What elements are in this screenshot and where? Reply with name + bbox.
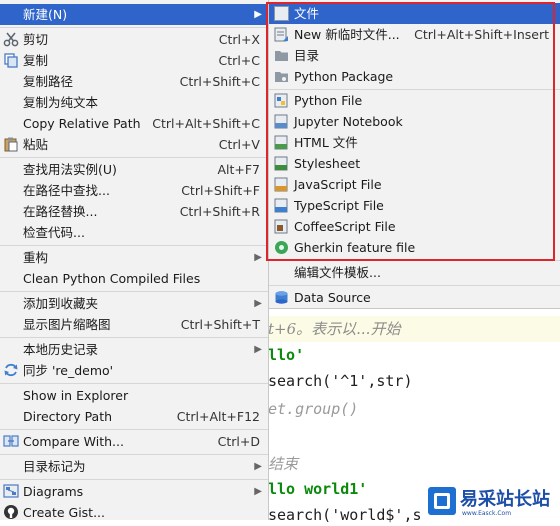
copy-icon (3, 52, 19, 68)
paste-icon (3, 136, 19, 152)
menu-item-find-usages[interactable]: 查找用法实例(U) Alt+F7 (0, 159, 268, 180)
menu-divider (0, 479, 268, 480)
submenu-item-stylesheet[interactable]: Stylesheet (269, 153, 560, 174)
coffee-file-icon (274, 219, 289, 234)
js-file-icon (274, 177, 289, 192)
file-icon (274, 6, 289, 21)
ts-file-icon (274, 198, 289, 213)
database-icon (274, 290, 289, 305)
menu-divider (0, 454, 268, 455)
menu-item-replace-in-path[interactable]: 在路径替换... Ctrl+Shift+R (0, 201, 268, 222)
watermark-title: 易采站长站 (460, 489, 550, 510)
menu-item-cut[interactable]: 剪切 Ctrl+X (0, 29, 268, 50)
menu-item-inspect-code[interactable]: 检查代码... (0, 222, 268, 243)
menu-item-copy-path[interactable]: 复制路径 Ctrl+Shift+C (0, 71, 268, 92)
code-comment-line: 结束 (268, 455, 299, 473)
submenu-arrow-icon: ▶ (254, 9, 262, 20)
submenu-item-html-file[interactable]: HTML 文件 (269, 132, 560, 153)
menu-item-mark-directory-as[interactable]: 目录标记为 ▶ (0, 456, 268, 477)
submenu-item-scratch-file[interactable]: New 新临时文件... Ctrl+Alt+Shift+Insert (269, 24, 560, 45)
context-menu: 新建(N) ▶ 剪切 Ctrl+X 复制 Ctrl+C 复制路径 Ctrl+Sh… (0, 0, 269, 520)
menu-item-new[interactable]: 新建(N) ▶ (0, 4, 268, 25)
menu-divider (0, 27, 268, 28)
menu-item-synchronize[interactable]: 同步 're_demo' (0, 360, 268, 381)
menu-item-copy-plain-text[interactable]: 复制为纯文本 (0, 92, 268, 113)
menu-item-clean-python-compiled[interactable]: Clean Python Compiled Files (0, 268, 268, 289)
submenu-arrow-icon: ▶ (254, 486, 262, 497)
menu-divider (0, 383, 268, 384)
submenu-item-directory[interactable]: 目录 (269, 45, 560, 66)
code-line: search('^1',str) (268, 372, 413, 390)
sync-icon (3, 362, 19, 378)
menu-item-directory-path[interactable]: Directory Path Ctrl+Alt+F12 (0, 406, 268, 427)
submenu-item-python-file[interactable]: Python File (269, 90, 560, 111)
menu-item-paste[interactable]: 粘贴 Ctrl+V (0, 134, 268, 155)
jupyter-icon (274, 114, 289, 129)
watermark-logo-icon (428, 487, 456, 515)
code-line: search('world$',s (268, 506, 422, 524)
submenu-arrow-icon: ▶ (254, 298, 262, 309)
scratch-file-icon (274, 27, 289, 42)
menu-item-compare-with[interactable]: Compare With... Ctrl+D (0, 431, 268, 452)
menu-item-copy-relative-path[interactable]: Copy Relative Path Ctrl+Alt+Shift+C (0, 113, 268, 134)
code-comment-line: et.group() (268, 400, 359, 418)
submenu-new: 文件 New 新临时文件... Ctrl+Alt+Shift+Insert 目录… (268, 0, 560, 309)
menu-item-copy[interactable]: 复制 Ctrl+C (0, 50, 268, 71)
submenu-arrow-icon: ▶ (254, 252, 262, 263)
code-string-line: llo world1' (268, 480, 368, 498)
github-icon (3, 504, 19, 520)
menu-item-find-in-path[interactable]: 在路径中查找... Ctrl+Shift+F (0, 180, 268, 201)
menu-item-show-in-explorer[interactable]: Show in Explorer (0, 385, 268, 406)
submenu-item-gherkin-file[interactable]: Gherkin feature file (269, 237, 560, 258)
code-string-line: llo' (268, 346, 305, 364)
submenu-arrow-icon: ▶ (254, 344, 262, 355)
menu-item-show-thumbnails[interactable]: 显示图片缩略图 Ctrl+Shift+T (0, 314, 268, 335)
menu-divider (0, 157, 268, 158)
watermark: 易采站长站 www.Easck.Com (426, 485, 560, 520)
submenu-item-python-package[interactable]: Python Package (269, 66, 560, 87)
submenu-divider (269, 260, 560, 261)
submenu-item-data-source[interactable]: Data Source (269, 287, 560, 308)
menu-divider (0, 291, 268, 292)
css-file-icon (274, 156, 289, 171)
submenu-item-coffeescript-file[interactable]: CoffeeScript File (269, 216, 560, 237)
submenu-item-javascript-file[interactable]: JavaScript File (269, 174, 560, 195)
submenu-item-typescript-file[interactable]: TypeScript File (269, 195, 560, 216)
submenu-item-file[interactable]: 文件 (269, 3, 560, 24)
menu-item-refactor[interactable]: 重构 ▶ (0, 247, 268, 268)
folder-icon (274, 48, 289, 63)
package-folder-icon (274, 69, 289, 84)
submenu-item-edit-templates[interactable]: 编辑文件模板... (269, 262, 560, 283)
scissors-icon (3, 31, 19, 47)
submenu-divider (269, 285, 560, 286)
menu-item-add-to-favorites[interactable]: 添加到收藏夹 ▶ (0, 293, 268, 314)
submenu-item-jupyter[interactable]: Jupyter Notebook (269, 111, 560, 132)
submenu-arrow-icon: ▶ (254, 461, 262, 472)
diagram-icon (3, 483, 19, 499)
watermark-subtitle: www.Easck.Com (462, 510, 512, 517)
menu-item-local-history[interactable]: 本地历史记录 ▶ (0, 339, 268, 360)
menu-divider (0, 429, 268, 430)
menu-divider (0, 337, 268, 338)
menu-item-diagrams[interactable]: Diagrams ▶ (0, 481, 268, 502)
compare-icon (3, 433, 19, 449)
code-comment-line: t+6。表示以...开始 (262, 316, 560, 342)
python-file-icon (274, 93, 289, 108)
menu-divider (0, 245, 268, 246)
gherkin-icon (274, 240, 289, 255)
html-file-icon (274, 135, 289, 150)
